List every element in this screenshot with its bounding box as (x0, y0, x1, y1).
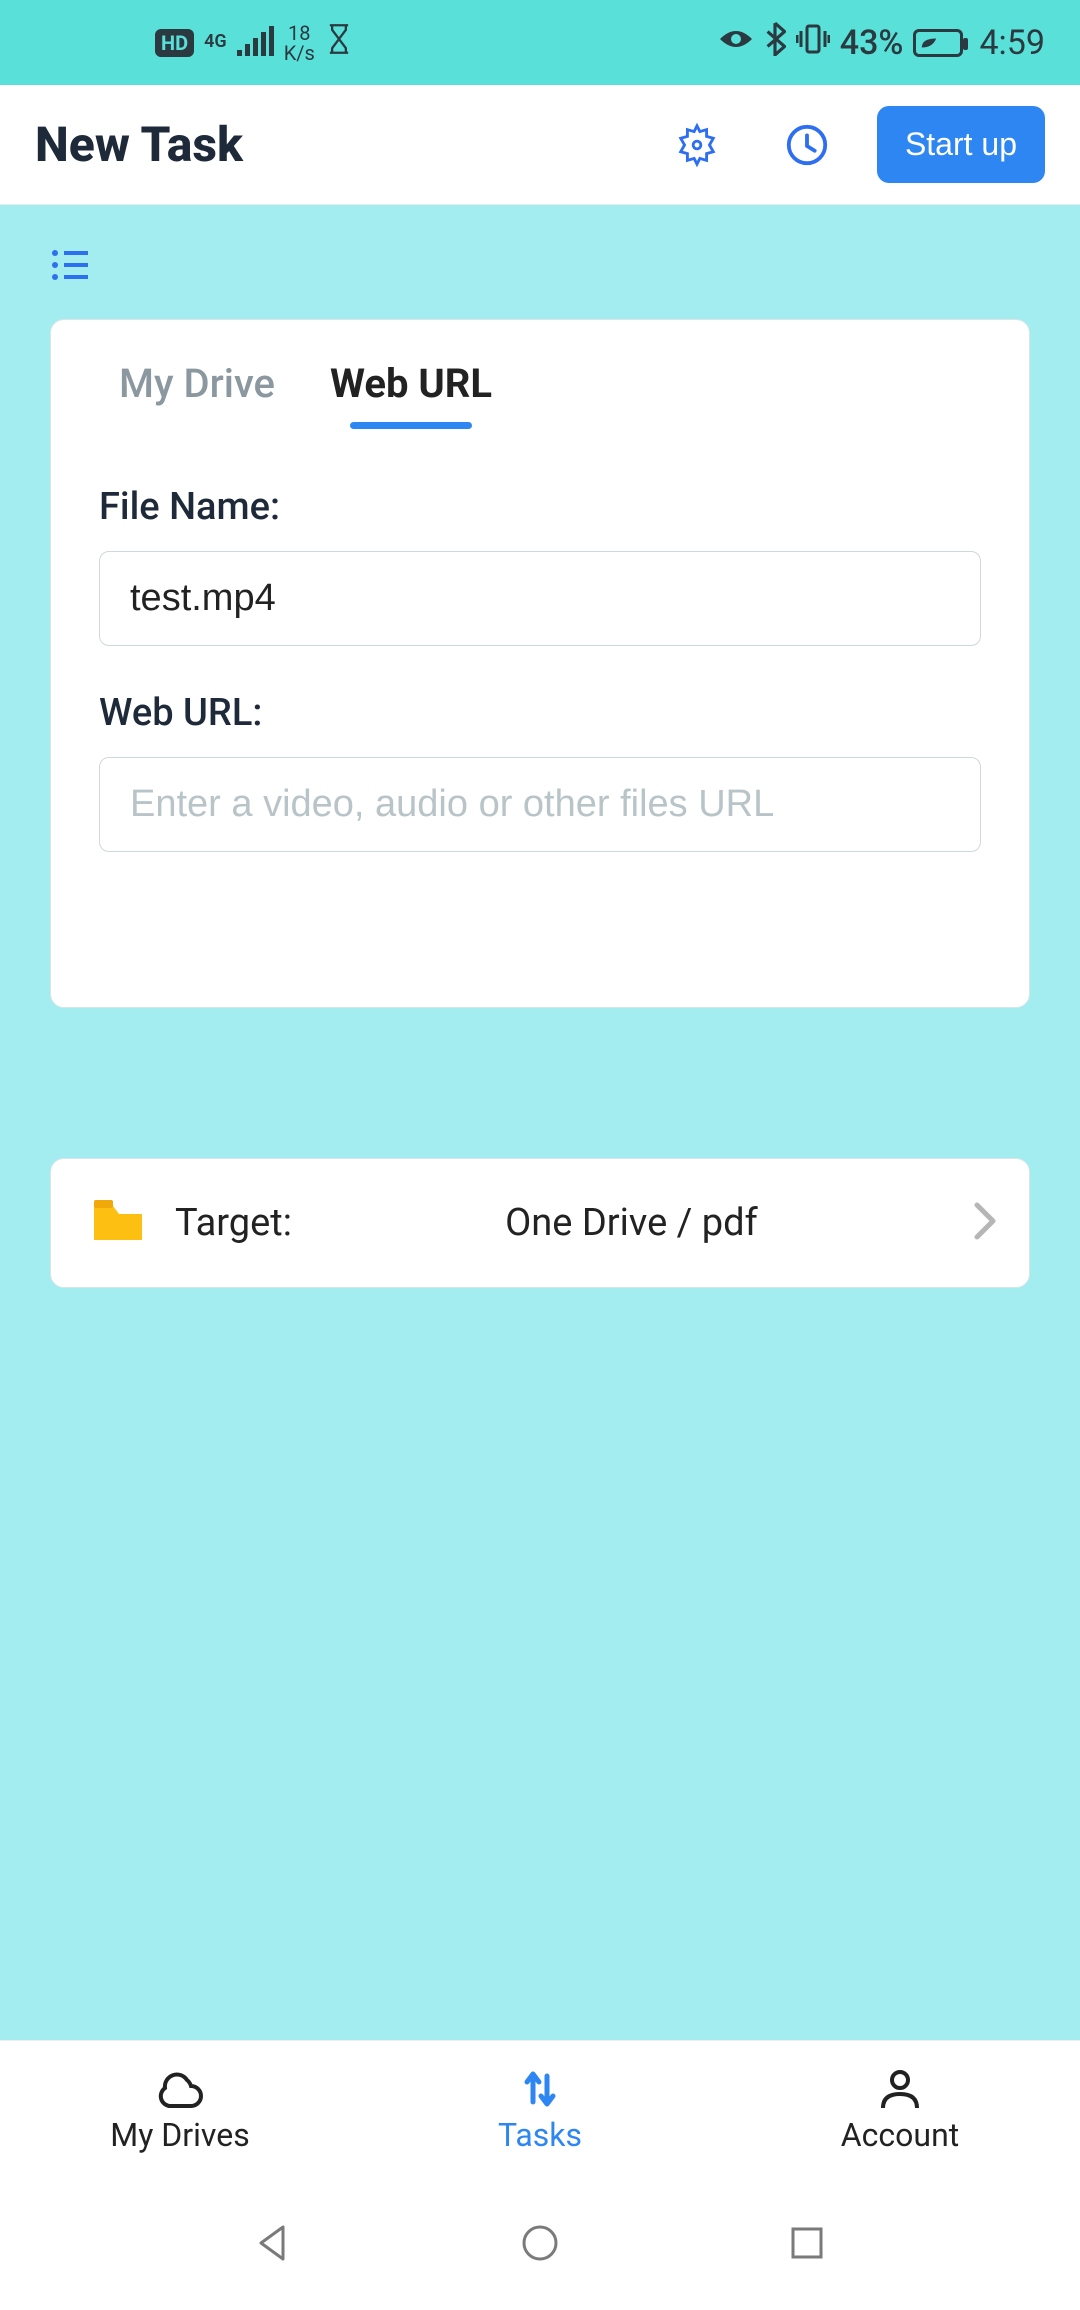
web-url-input[interactable] (99, 757, 981, 852)
tab-my-drives-label: My Drives (110, 2116, 249, 2154)
status-bar: HD 4G 18 K/s 43% 4:59 (0, 0, 1080, 85)
status-time: 4:59 (979, 23, 1045, 63)
app-header: New Task Start up (0, 85, 1080, 205)
battery-icon (913, 29, 963, 57)
page-title: New Task (35, 116, 627, 173)
eye-icon (718, 25, 754, 60)
tab-tasks-label: Tasks (498, 2116, 582, 2154)
file-name-label: File Name: (99, 485, 981, 529)
battery-percent: 43% (840, 23, 904, 63)
tab-web-url[interactable]: Web URL (330, 360, 492, 425)
spacer (0, 1288, 1080, 2040)
file-name-input[interactable] (99, 551, 981, 646)
vibrate-icon (796, 22, 830, 63)
hourglass-icon (325, 23, 353, 62)
bluetooth-icon (764, 22, 786, 63)
target-row[interactable]: Target: One Drive / pdf (50, 1158, 1030, 1288)
list-toggle[interactable] (0, 205, 1080, 319)
network-type: 4G (204, 34, 227, 50)
startup-button[interactable]: Start up (877, 106, 1045, 183)
target-value: One Drive / pdf (322, 1201, 941, 1245)
tab-my-drives[interactable]: My Drives (0, 2041, 360, 2180)
clock-icon[interactable] (767, 105, 847, 185)
source-card: My Drive Web URL File Name: Web URL: (50, 319, 1030, 1008)
speed-value: 18 (288, 23, 310, 43)
nav-recent-icon[interactable] (785, 2221, 829, 2269)
tab-account-label: Account (841, 2116, 959, 2154)
system-nav-bar (0, 2180, 1080, 2310)
speed-unit: K/s (284, 43, 315, 63)
tab-my-drive[interactable]: My Drive (119, 360, 275, 425)
folder-icon (91, 1196, 145, 1250)
nav-back-icon[interactable] (251, 2221, 295, 2269)
tab-account[interactable]: Account (720, 2041, 1080, 2180)
network-speed: 18 K/s (284, 23, 315, 63)
web-url-label: Web URL: (99, 691, 981, 735)
status-right: 43% 4:59 (718, 22, 1045, 63)
nav-home-icon[interactable] (518, 2221, 562, 2269)
bottom-tab-bar: My Drives Tasks Account (0, 2040, 1080, 2180)
hd-badge: HD (155, 29, 194, 57)
signal-icon (237, 30, 274, 56)
chevron-right-icon (971, 1201, 999, 1245)
status-left: HD 4G 18 K/s (155, 23, 353, 63)
settings-icon[interactable] (657, 105, 737, 185)
tab-tasks[interactable]: Tasks (360, 2041, 720, 2180)
content-area: My Drive Web URL File Name: Web URL: Tar… (0, 205, 1080, 1288)
source-tabs: My Drive Web URL (79, 360, 1001, 425)
target-label: Target: (175, 1201, 292, 1245)
